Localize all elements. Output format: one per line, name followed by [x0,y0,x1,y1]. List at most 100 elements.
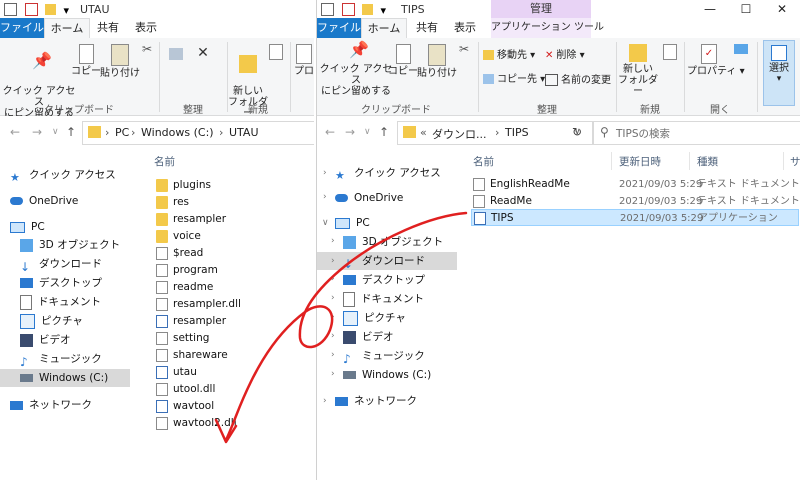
maximize-button[interactable]: ☐ [729,0,763,18]
chevron-right-icon[interactable]: › [323,168,327,178]
nav-network[interactable]: ネットワーク [335,392,417,410]
table-row-selected[interactable]: TIPS 2021/09/03 5:29 アプリケーション [471,209,799,226]
tab-view[interactable]: 表示 [447,18,483,38]
column-size-header[interactable]: サ [790,154,800,169]
properties-check-icon[interactable] [341,2,355,16]
nav-downloads[interactable]: ↓ ダウンロード [20,255,102,274]
list-item[interactable]: shareware [156,347,228,364]
nav-quick-access[interactable]: ★ クイック アクセス [10,166,116,184]
cut-button[interactable]: ✂ [457,43,471,57]
nav-desktop[interactable]: デスクトップ [343,271,425,289]
move-to-button[interactable]: 移動先 ▾ [483,50,535,61]
close-button[interactable]: ✕ [765,0,799,18]
up-arrow-icon[interactable]: ↑ [379,125,389,139]
tab-share[interactable]: 共有 [90,18,126,38]
list-item[interactable]: voice [156,228,201,245]
nav-3d-objects[interactable]: 3D オブジェクト [20,236,120,254]
forward-arrow-icon[interactable]: → [32,125,42,139]
minimize-button[interactable]: — [693,0,727,18]
nav-quick-access[interactable]: ★ クイック アクセス [335,164,441,182]
column-separator[interactable] [611,152,612,170]
list-item[interactable]: utau [156,364,197,381]
copy-button[interactable]: コピー [387,44,419,77]
nav-pictures[interactable]: ピクチャ [20,312,83,330]
chevron-down-icon[interactable]: ∨ [322,218,329,228]
paste-button[interactable]: 貼り付け [100,44,140,79]
chevron-down-icon[interactable]: ▾ [64,4,72,17]
nav-music[interactable]: ♪ ミュージック [20,350,102,369]
column-date-header[interactable]: 更新日時 [619,154,661,169]
breadcrumb-overflow[interactable]: « [420,126,427,139]
chevron-down-icon[interactable]: ∨ [52,127,59,137]
new-folder-button[interactable]: 新しい フォルダー [617,44,659,97]
back-arrow-icon[interactable]: ← [325,125,335,139]
copy-button[interactable]: コピー [70,44,102,77]
chevron-down-icon[interactable]: ▾ [381,4,389,17]
column-type-header[interactable]: 種類 [697,154,718,169]
breadcrumb-drive[interactable]: Windows (C:) [141,126,214,139]
tab-share[interactable]: 共有 [409,18,445,38]
column-name-header[interactable]: 名前 [154,154,175,169]
move-to-button[interactable] [166,48,186,62]
open-button[interactable] [731,44,751,56]
table-row[interactable]: ReadMe 2021/09/03 5:29 テキスト ドキュメント [473,193,800,210]
list-item[interactable]: res [156,194,189,211]
nav-3d-objects[interactable]: 3D オブジェクト [343,233,443,251]
list-item[interactable]: resampler.dll [156,296,241,313]
chevron-right-icon[interactable]: › [331,293,335,303]
paste-button[interactable]: 貼り付け [417,44,457,79]
nav-windows-c[interactable]: Windows (C:) [0,369,130,387]
tab-home[interactable]: ホーム [44,18,90,39]
up-arrow-icon[interactable]: ↑ [66,125,76,139]
nav-onedrive[interactable]: OneDrive [10,192,78,210]
nav-downloads[interactable]: › ↓ ダウンロード [317,252,457,271]
nav-music[interactable]: ♪ ミュージック [343,347,425,366]
table-row[interactable]: EnglishReadMe 2021/09/03 5:29 テキスト ドキュメン… [473,176,800,193]
list-item[interactable]: resampler [156,313,226,330]
list-item[interactable]: resampler [156,211,226,228]
properties-button[interactable]: プロ [294,44,314,77]
breadcrumb-pc[interactable]: PC [115,126,129,139]
nav-documents[interactable]: ドキュメント [20,293,101,311]
search-input[interactable]: ⚲ TIPSの検索 [593,121,800,145]
nav-network[interactable]: ネットワーク [10,396,92,414]
nav-videos[interactable]: ビデオ [20,331,71,349]
column-name-header[interactable]: 名前 [473,154,494,169]
nav-pc[interactable]: PC [10,218,45,236]
folder-icon[interactable] [45,3,56,15]
new-item-button[interactable] [661,44,679,62]
list-item[interactable]: setting [156,330,209,347]
tab-file[interactable]: ファイル [0,18,44,38]
list-item[interactable]: readme [156,279,213,296]
breadcrumb-utau[interactable]: UTAU [229,126,259,139]
address-box[interactable]: « ダウンロ... › TIPS ∨ [397,121,593,145]
tab-view[interactable]: 表示 [128,18,164,38]
forward-arrow-icon[interactable]: → [345,125,355,139]
refresh-icon[interactable]: ↻ [565,121,589,143]
nav-pc[interactable]: PC [335,214,370,232]
chevron-right-icon[interactable]: › [331,312,335,322]
delete-button[interactable]: ✕ 削除 ▾ [545,50,585,61]
folder-icon[interactable] [362,3,373,15]
breadcrumb-downloads[interactable]: ダウンロ... [432,126,487,142]
tab-application-tools[interactable]: アプリケーション ツール [491,18,604,38]
list-item[interactable]: $read [156,245,203,262]
chevron-right-icon[interactable]: › [323,396,327,406]
pin-quick-access-button[interactable]: 📌 クイック アクセス にピン留めする [319,42,393,98]
copy-to-button[interactable]: コピー先 ▾ [483,74,545,85]
list-item[interactable]: plugins [156,177,211,194]
save-icon[interactable] [321,2,334,16]
column-separator[interactable] [689,152,690,170]
list-item[interactable]: wavtool2.dll [156,415,237,432]
list-item[interactable]: utool.dll [156,381,215,398]
nav-pictures[interactable]: ピクチャ [343,309,406,327]
rename-button[interactable]: 名前の変更 [545,74,611,86]
new-item-button[interactable] [265,44,287,62]
list-item[interactable]: program [156,262,218,279]
chevron-down-icon[interactable]: ∨ [364,127,371,137]
breadcrumb-tips[interactable]: TIPS [505,126,529,139]
column-separator[interactable] [783,152,784,170]
tab-file[interactable]: ファイル [317,18,361,38]
chevron-right-icon[interactable]: › [331,331,335,341]
nav-windows-c[interactable]: Windows (C:) [343,366,431,384]
